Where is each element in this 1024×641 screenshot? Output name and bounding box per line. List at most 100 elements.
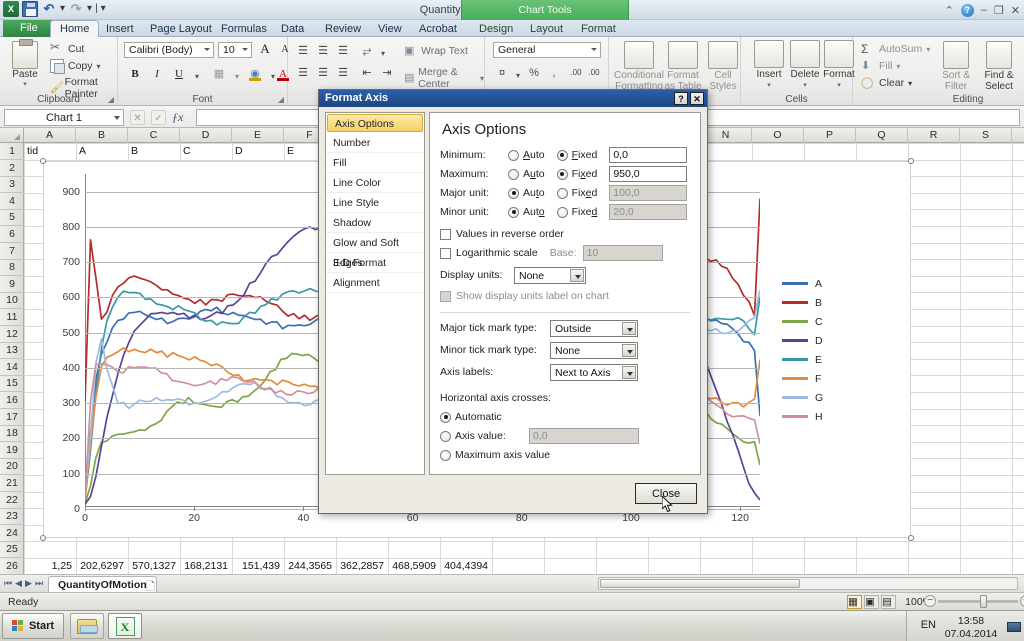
- tab-insert[interactable]: Insert: [97, 21, 143, 37]
- row-header-16[interactable]: 16: [0, 392, 24, 409]
- minimum-fixed-radio[interactable]: [556, 149, 568, 161]
- minor-unit-auto-radio[interactable]: [508, 206, 519, 218]
- align-bottom-button[interactable]: ☰: [334, 42, 352, 60]
- minor-tick-select[interactable]: None: [550, 341, 638, 359]
- fill-color-button[interactable]: ◉: [246, 65, 264, 83]
- maximum-auto-radio[interactable]: [508, 168, 519, 180]
- maximum-fixed-label[interactable]: Fixed: [572, 168, 598, 180]
- align-middle-button[interactable]: ☰: [314, 42, 332, 60]
- dialog-nav-shadow[interactable]: Shadow: [326, 213, 424, 233]
- merge-center-button[interactable]: ▤ Merge & Center ▾: [404, 66, 484, 90]
- column-header-b[interactable]: B: [76, 128, 128, 143]
- cut-button[interactable]: Cut: [50, 40, 84, 56]
- cell[interactable]: E: [287, 143, 294, 159]
- zoom-slider-thumb[interactable]: [980, 595, 987, 608]
- dialog-nav-line-style[interactable]: Line Style: [326, 193, 424, 213]
- crosses-maximum-row[interactable]: Maximum axis value: [440, 446, 690, 464]
- minimum-fixed-label[interactable]: Fixed: [572, 149, 598, 161]
- format-axis-dialog[interactable]: Format Axis ? ✕ Axis Options Number Fill Li…: [318, 89, 708, 514]
- dialog-help-icon[interactable]: ?: [674, 92, 688, 105]
- legend-entry-d[interactable]: D: [782, 331, 902, 350]
- crosses-maximum-radio[interactable]: [440, 449, 451, 461]
- row-header-21[interactable]: 21: [0, 475, 24, 492]
- major-unit-fixed-label[interactable]: Fixed: [572, 187, 598, 199]
- major-unit-auto-label[interactable]: Auto: [523, 187, 545, 199]
- align-center-button[interactable]: ☰: [314, 64, 332, 82]
- crosses-axis-value-radio[interactable]: [440, 430, 451, 442]
- column-header-o[interactable]: O: [752, 128, 804, 143]
- cell[interactable]: 1,25: [24, 558, 72, 574]
- crosses-automatic-row[interactable]: Automatic: [440, 408, 690, 426]
- minimum-auto-label[interactable]: Auto: [523, 149, 545, 161]
- borders-button[interactable]: ▦: [210, 65, 228, 83]
- tab-view[interactable]: View: [369, 21, 411, 37]
- tab-acrobat[interactable]: Acrobat: [410, 21, 466, 37]
- chart-resize-handle[interactable]: [908, 535, 914, 541]
- align-right-button[interactable]: ☰: [334, 64, 352, 82]
- start-button[interactable]: Start: [2, 613, 64, 639]
- underline-button[interactable]: U: [170, 65, 188, 83]
- column-header-p[interactable]: P: [804, 128, 856, 143]
- close-icon[interactable]: ✕: [1011, 4, 1020, 17]
- cell[interactable]: B: [131, 143, 138, 159]
- row-header-7[interactable]: 7: [0, 243, 24, 260]
- cancel-formula-icon[interactable]: ✕: [130, 110, 145, 125]
- cell[interactable]: C: [183, 143, 191, 159]
- ribbon-collapse-icon[interactable]: ⌃: [945, 4, 954, 17]
- maximum-value-input[interactable]: 950,0: [609, 166, 688, 182]
- chart-resize-handle[interactable]: [40, 158, 46, 164]
- major-tick-select[interactable]: Outside: [550, 319, 638, 337]
- values-reverse-row[interactable]: Values in reverse order: [440, 225, 690, 243]
- zoom-in-button[interactable]: +: [1020, 595, 1024, 607]
- dialog-nav-fill[interactable]: Fill: [326, 153, 424, 173]
- tab-format[interactable]: Format: [572, 21, 625, 37]
- wrap-text-button[interactable]: ▣ Wrap Text: [404, 44, 468, 58]
- legend-entry-f[interactable]: F: [782, 369, 902, 388]
- network-icon[interactable]: [1007, 622, 1021, 632]
- row-header-19[interactable]: 19: [0, 442, 24, 459]
- tab-file[interactable]: File: [3, 20, 55, 37]
- taskbar-item-explorer[interactable]: [70, 613, 104, 639]
- maximum-fixed-radio[interactable]: [556, 168, 568, 180]
- language-indicator[interactable]: EN: [921, 619, 936, 631]
- minimize-icon[interactable]: –: [981, 4, 987, 16]
- increase-decimal-button[interactable]: .00: [567, 64, 585, 82]
- percent-style-button[interactable]: %: [525, 64, 543, 82]
- cell[interactable]: 404,4394: [440, 558, 488, 574]
- major-unit-auto-radio[interactable]: [508, 187, 519, 199]
- clipboard-dialog-launcher-icon[interactable]: ◢: [108, 95, 114, 104]
- clock[interactable]: 13:58 07.04.2014: [940, 613, 1002, 641]
- page-layout-view-icon[interactable]: ▣: [864, 595, 879, 609]
- bold-button[interactable]: B: [126, 65, 144, 83]
- autosum-button[interactable]: Σ AutoSum ▾: [861, 42, 930, 56]
- dialog-close-icon[interactable]: ✕: [690, 92, 704, 105]
- insert-function-icon[interactable]: ƒx: [172, 110, 183, 125]
- dialog-nav-axis-options[interactable]: Axis Options: [327, 114, 423, 132]
- last-sheet-icon[interactable]: ⏭: [35, 578, 43, 589]
- chart-legend[interactable]: ABCDEFGH: [782, 274, 902, 426]
- crosses-automatic-radio[interactable]: [440, 411, 451, 423]
- major-unit-fixed-radio[interactable]: [556, 187, 568, 199]
- cell[interactable]: 151,439: [232, 558, 280, 574]
- grow-font-button[interactable]: A: [256, 40, 274, 58]
- comma-style-button[interactable]: ,: [545, 64, 563, 82]
- dialog-nav-list[interactable]: Axis Options Number Fill Line Color Line Sty…: [325, 112, 425, 475]
- borders-dropdown-icon[interactable]: ▾: [228, 68, 246, 86]
- orientation-dropdown-icon[interactable]: ▾: [374, 45, 392, 63]
- page-break-view-icon[interactable]: ▤: [881, 595, 896, 609]
- crosses-axis-value-row[interactable]: Axis value: 0,0: [440, 427, 690, 445]
- row-header-23[interactable]: 23: [0, 508, 24, 526]
- select-all-button[interactable]: [0, 128, 24, 143]
- tab-page-layout[interactable]: Page Layout: [141, 21, 221, 37]
- decrease-indent-button[interactable]: ⇤: [358, 64, 376, 82]
- row-header-3[interactable]: 3: [0, 176, 24, 194]
- sheet-nav-arrows[interactable]: ⏮ ◀ ▶ ⏭: [4, 578, 43, 589]
- legend-entry-c[interactable]: C: [782, 312, 902, 331]
- column-header-e[interactable]: E: [232, 128, 284, 143]
- zoom-slider[interactable]: +: [938, 595, 1024, 608]
- legend-entry-a[interactable]: A: [782, 274, 902, 293]
- legend-entry-h[interactable]: H: [782, 407, 902, 426]
- logarithmic-row[interactable]: Logarithmic scale Base: 10: [440, 244, 690, 262]
- cell[interactable]: 244,3565: [284, 558, 332, 574]
- dialog-nav-glow-and-soft-edges[interactable]: Glow and Soft Edges: [326, 233, 424, 269]
